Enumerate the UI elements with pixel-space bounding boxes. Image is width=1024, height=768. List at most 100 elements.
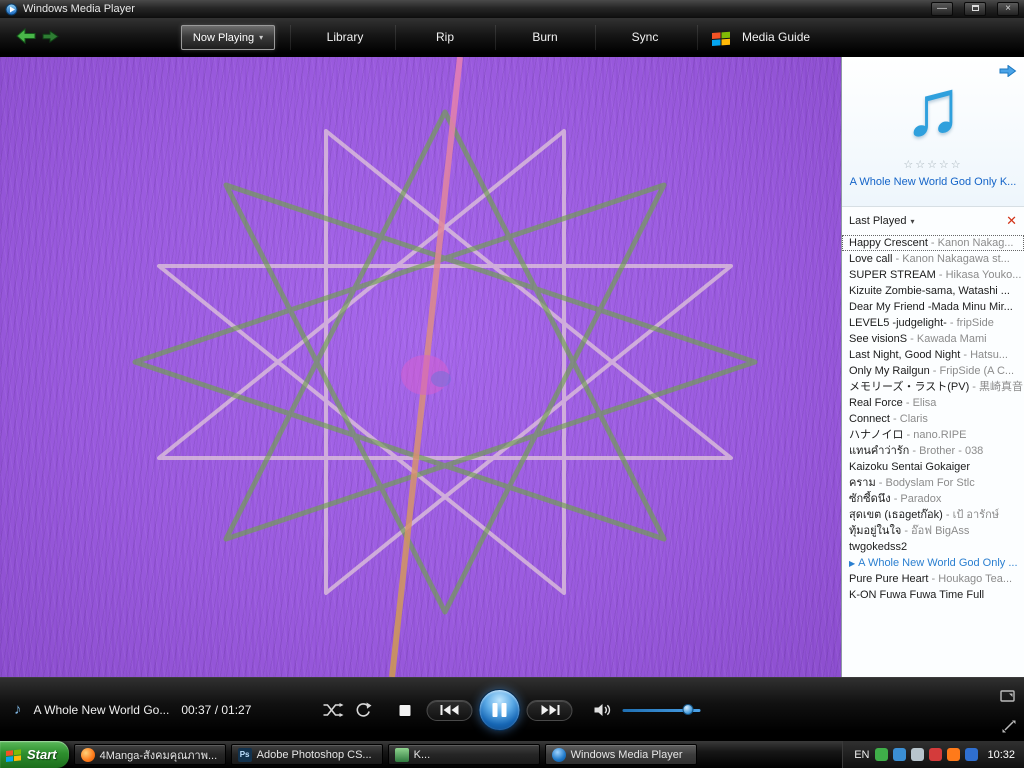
- playlist-item[interactable]: Pure Pure Heart - Houkago Tea...: [842, 571, 1024, 587]
- playlist-item[interactable]: คราม - Bodyslam For Stlc: [842, 475, 1024, 491]
- playlist-item[interactable]: Only My Railgun - FripSide (A C...: [842, 363, 1024, 379]
- clock[interactable]: 10:32: [987, 749, 1015, 761]
- volume-tray-icon[interactable]: [911, 748, 925, 761]
- play-pause-button[interactable]: [478, 689, 521, 731]
- transport-controls: [323, 678, 701, 742]
- compact-mode-button[interactable]: [1002, 720, 1016, 733]
- playlist-item[interactable]: Happy Crescent - Kanon Nakag...: [842, 235, 1024, 251]
- update-shield-tray-icon[interactable]: [965, 748, 979, 761]
- restore-button[interactable]: [964, 2, 986, 16]
- track-artist: - Hikasa Youko...: [935, 269, 1022, 281]
- tab-sync[interactable]: Sync: [620, 18, 671, 57]
- playlist: Happy Crescent - Kanon Nakag... Love cal…: [842, 235, 1024, 603]
- clear-list-button[interactable]: ✕: [1006, 214, 1017, 228]
- taskbar-task[interactable]: 4Manga-สังคมคุณภาพ...: [73, 744, 226, 765]
- playlist-item[interactable]: K-ON Fuwa Fuwa Time Full: [842, 587, 1024, 603]
- track-artist: - Kawada Mami: [907, 333, 987, 345]
- network-tray-icon[interactable]: [893, 748, 907, 761]
- tab-separator: [495, 25, 496, 50]
- stop-button[interactable]: [399, 704, 411, 716]
- track-artist: - Brother - 038: [909, 445, 984, 457]
- full-screen-button[interactable]: [1000, 690, 1016, 703]
- rating-stars[interactable]: ☆☆☆☆☆: [842, 159, 1024, 172]
- playlist-item[interactable]: Dear My Friend -Mada Minu Mir...: [842, 299, 1024, 315]
- track-artist: - FripSide (A C...: [929, 365, 1015, 377]
- track-title: Happy Crescent: [849, 237, 928, 249]
- start-label: Start: [27, 747, 57, 762]
- playlist-item[interactable]: Love call - Kanon Nakagawa st...: [842, 251, 1024, 267]
- track-title: Only My Railgun: [849, 365, 930, 377]
- now-playing-title-link[interactable]: A Whole New World God Only K...: [842, 176, 1024, 188]
- forward-button[interactable]: [42, 30, 59, 43]
- media-info-arrow-icon[interactable]: [999, 65, 1017, 77]
- track-title: Kizuite Zombie-sama, Watashi ...: [849, 285, 1010, 297]
- chevron-down-icon[interactable]: ▾: [259, 33, 263, 42]
- title-bar: Windows Media Player — ×: [0, 0, 1024, 18]
- track-title: Connect: [849, 413, 890, 425]
- back-button[interactable]: [16, 28, 36, 44]
- tab-now-playing[interactable]: Now Playing ▾: [181, 25, 275, 50]
- visualization-pane[interactable]: [0, 57, 841, 677]
- time-display: 00:37 / 01:27: [181, 702, 252, 717]
- tab-separator: [290, 25, 291, 50]
- language-indicator[interactable]: EN: [854, 749, 869, 761]
- tab-burn[interactable]: Burn: [520, 18, 569, 57]
- minimize-button[interactable]: —: [931, 2, 953, 16]
- volume-slider[interactable]: [622, 704, 701, 716]
- shuffle-button[interactable]: [323, 703, 344, 717]
- playlist-item[interactable]: แทนคำว่ารัก - Brother - 038: [842, 443, 1024, 459]
- tab-rip[interactable]: Rip: [424, 18, 466, 57]
- volume-thumb[interactable]: [682, 704, 694, 715]
- playlist-item[interactable]: Connect - Claris: [842, 411, 1024, 427]
- pause-icon: [501, 703, 507, 717]
- track-title: メモリーズ・ラスト(PV): [849, 381, 970, 393]
- track-title: Real Force: [849, 397, 903, 409]
- track-title: คราม: [849, 477, 876, 489]
- playlist-item[interactable]: ハナノイロ - nano.RIPE: [842, 427, 1024, 443]
- playlist-item[interactable]: สุดเขต (เธอgetก๊อk) - เป้ อารักษ์: [842, 507, 1024, 523]
- antivirus-tray-icon[interactable]: [875, 748, 889, 761]
- transport-track-label: A Whole New World Go...: [33, 702, 170, 717]
- playlist-item[interactable]: twgokedss2: [842, 539, 1024, 555]
- playlist-item[interactable]: ▶ A Whole New World God Only ...: [842, 555, 1024, 571]
- task-label: 4Manga-สังคมคุณภาพ...: [99, 749, 218, 762]
- wmp-icon: [551, 747, 566, 762]
- track-title: SUPER STREAM: [849, 269, 936, 281]
- firefox-tray-icon[interactable]: [947, 748, 961, 761]
- tab-media-guide[interactable]: Media Guide: [742, 18, 810, 57]
- playlist-dropdown[interactable]: Last Played: [849, 215, 906, 227]
- taskbar-task[interactable]: K...: [387, 744, 540, 765]
- playlist-item[interactable]: ทุ้มอยู่ในใจ - อ๊อฟ BigAss: [842, 523, 1024, 539]
- tab-now-playing-label: Now Playing: [192, 31, 255, 44]
- tab-separator: [697, 25, 698, 50]
- playlist-item[interactable]: Last Night, Good Night - Hatsu...: [842, 347, 1024, 363]
- playlist-item[interactable]: See visionS - Kawada Mami: [842, 331, 1024, 347]
- media-info-panel: ♫ ☆☆☆☆☆ A Whole New World God Only K...: [842, 57, 1024, 207]
- mute-button[interactable]: [594, 703, 613, 717]
- close-button[interactable]: ×: [997, 2, 1019, 16]
- tab-separator: [595, 25, 596, 50]
- playlist-item[interactable]: SUPER STREAM - Hikasa Youko...: [842, 267, 1024, 283]
- task-label: Adobe Photoshop CS...: [256, 748, 372, 761]
- chevron-down-icon[interactable]: ▾: [910, 217, 914, 226]
- track-artist: - Kanon Nakagawa st...: [892, 253, 1010, 265]
- playlist-item[interactable]: メモリーズ・ラスト(PV) - 黒崎真音: [842, 379, 1024, 395]
- playlist-item[interactable]: LEVEL5 -judgelight- - fripSide: [842, 315, 1024, 331]
- tab-library[interactable]: Library: [315, 18, 376, 57]
- start-button[interactable]: Start: [0, 741, 69, 768]
- previous-button[interactable]: [426, 699, 473, 721]
- taskbar-task[interactable]: Ps Adobe Photoshop CS...: [230, 744, 383, 765]
- repeat-button[interactable]: [356, 702, 372, 718]
- next-button[interactable]: [526, 699, 573, 721]
- playlist-item[interactable]: Kaizoku Sentai Gokaiger: [842, 459, 1024, 475]
- track-title: ハナノイロ: [849, 429, 904, 441]
- taskbar-task[interactable]: Windows Media Player: [544, 744, 697, 765]
- track-artist: - Paradox: [890, 493, 942, 505]
- track-title: A Whole New World God Only ...: [858, 557, 1018, 569]
- playlist-item[interactable]: Kizuite Zombie-sama, Watashi ...: [842, 283, 1024, 299]
- messenger-tray-icon[interactable]: [929, 748, 943, 761]
- playlist-item[interactable]: Real Force - Elisa: [842, 395, 1024, 411]
- track-title: Kaizoku Sentai Gokaiger: [849, 461, 971, 473]
- track-artist: - Elisa: [902, 397, 937, 409]
- playlist-item[interactable]: ซักซี้ดนึง - Paradox: [842, 491, 1024, 507]
